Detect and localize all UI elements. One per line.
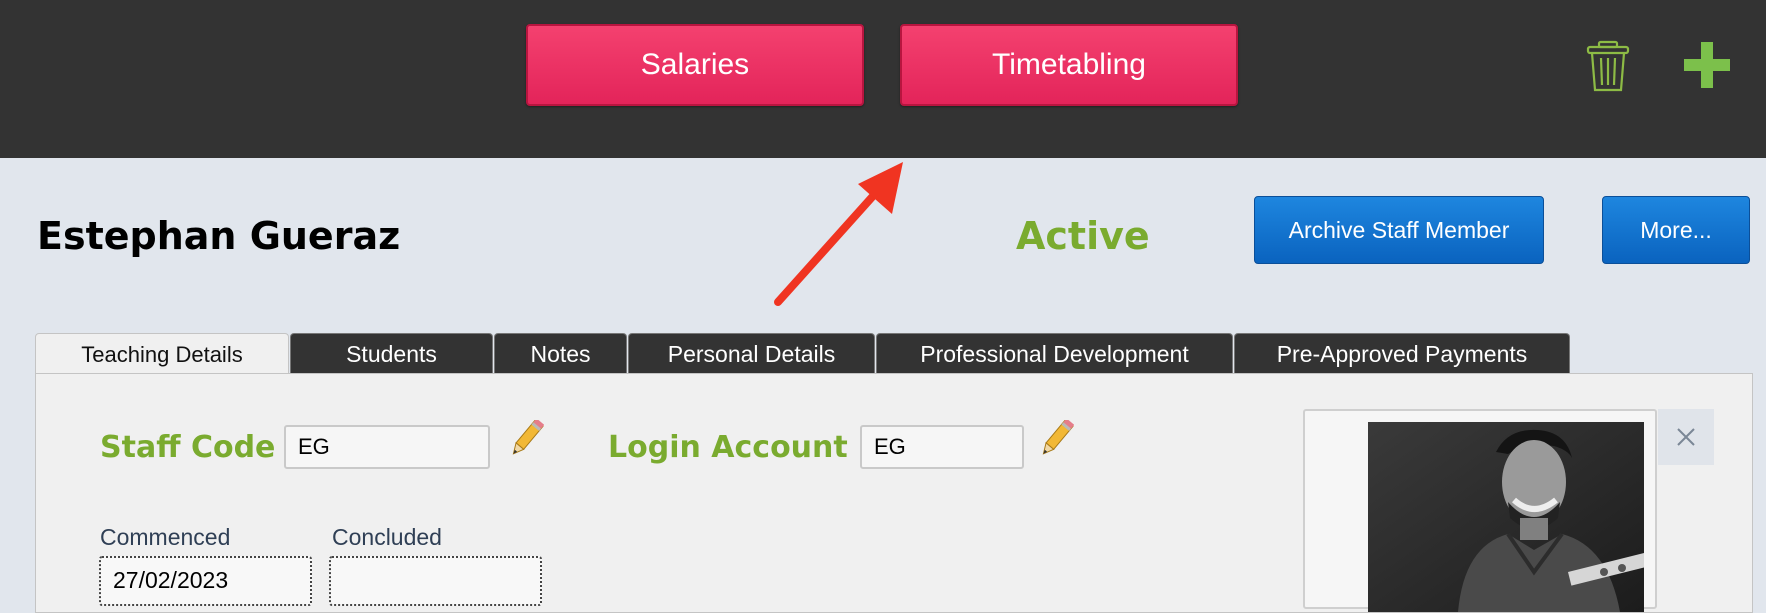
edit-pencil-icon[interactable] <box>506 420 544 460</box>
salaries-button[interactable]: Salaries <box>526 24 864 106</box>
status-label: Active <box>1016 214 1150 258</box>
timetabling-button[interactable]: Timetabling <box>900 24 1238 106</box>
edit-pencil-icon[interactable] <box>1036 420 1074 460</box>
login-account-input[interactable]: EG <box>860 425 1024 469</box>
remove-photo-button[interactable] <box>1658 409 1714 465</box>
tab-teaching-details[interactable]: Teaching Details <box>35 333 289 375</box>
close-icon <box>1677 428 1695 446</box>
login-account-label: Login Account <box>608 430 848 465</box>
concluded-date-input[interactable] <box>329 556 542 606</box>
commenced-label: Commenced <box>100 524 231 550</box>
plus-icon[interactable] <box>1684 42 1730 88</box>
tab-professional-development[interactable]: Professional Development <box>876 333 1233 374</box>
archive-staff-button[interactable]: Archive Staff Member <box>1254 196 1544 264</box>
trash-icon[interactable] <box>1584 40 1632 92</box>
top-toolbar: Salaries Timetabling <box>0 0 1766 158</box>
staff-name: Estephan Gueraz <box>37 214 401 258</box>
tab-personal-details[interactable]: Personal Details <box>628 333 875 374</box>
staff-photo-image <box>1368 422 1644 612</box>
annotation-arrow-icon <box>774 162 903 306</box>
tab-pre-approved-payments[interactable]: Pre-Approved Payments <box>1234 333 1570 374</box>
staff-photo[interactable] <box>1368 422 1644 612</box>
tab-notes[interactable]: Notes <box>494 333 627 374</box>
tab-students[interactable]: Students <box>290 333 493 374</box>
commenced-date-input[interactable]: 27/02/2023 <box>99 556 312 606</box>
concluded-label: Concluded <box>332 524 442 550</box>
more-button[interactable]: More... <box>1602 196 1750 264</box>
staff-code-label: Staff Code <box>100 430 276 465</box>
staff-code-input[interactable]: EG <box>284 425 490 469</box>
